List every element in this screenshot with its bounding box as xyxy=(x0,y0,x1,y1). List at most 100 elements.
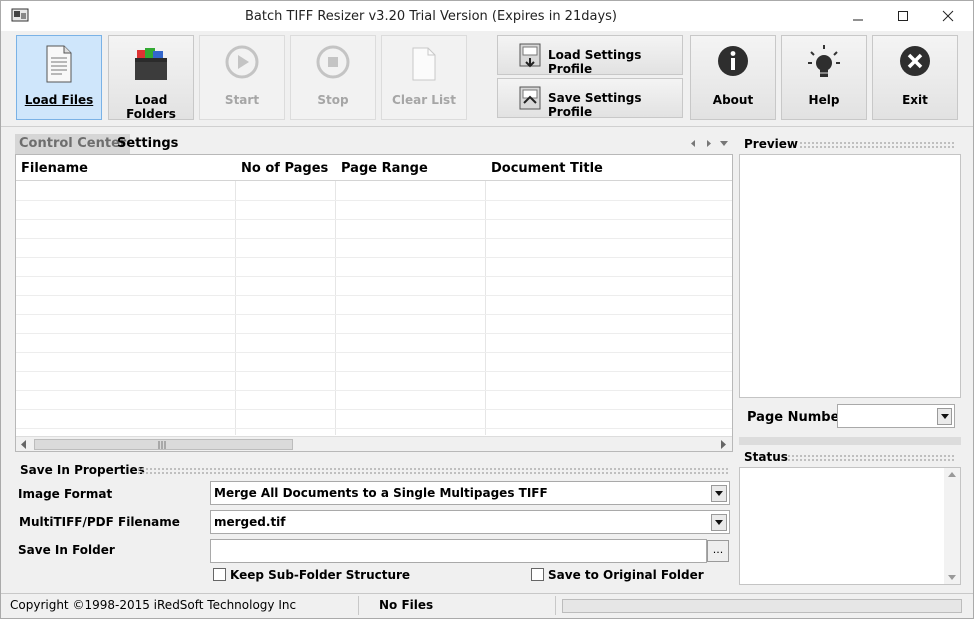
section-divider xyxy=(799,141,955,149)
document-icon xyxy=(46,45,72,83)
keep-subfolder-checkbox[interactable]: Keep Sub-Folder Structure xyxy=(213,568,410,582)
folder-icon xyxy=(135,48,167,80)
page-number-label: Page Number xyxy=(747,410,846,425)
column-filename[interactable]: Filename xyxy=(21,161,88,176)
exit-button[interactable]: Exit xyxy=(872,35,958,120)
stop-button[interactable]: Stop xyxy=(290,35,376,120)
scroll-thumb[interactable] xyxy=(34,439,293,450)
clear-list-label: Clear List xyxy=(392,93,456,107)
page-number-select[interactable] xyxy=(837,404,955,428)
load-folders-label: Load Folders xyxy=(126,93,176,121)
save-settings-profile-label: Save Settings Profile xyxy=(548,91,642,119)
checkbox-box[interactable] xyxy=(213,568,226,581)
browse-folder-button[interactable]: ... xyxy=(707,540,729,562)
grid-row-line xyxy=(16,371,732,372)
chevron-down-icon xyxy=(715,520,723,525)
chevron-down-icon xyxy=(715,491,723,496)
preview-heading: Preview xyxy=(744,137,799,151)
section-divider xyxy=(787,454,955,462)
load-files-button[interactable]: Load Files xyxy=(16,35,102,120)
title-bar: Batch TIFF Resizer v3.20 Trial Version (… xyxy=(1,1,973,31)
grid-row-line xyxy=(16,409,732,410)
save-profile-icon xyxy=(519,86,541,110)
window-title: Batch TIFF Resizer v3.20 Trial Version (… xyxy=(245,9,617,24)
file-list[interactable]: Filename No of Pages Page Range Document… xyxy=(15,154,733,452)
column-page-range[interactable]: Page Range xyxy=(341,161,428,176)
vertical-scrollbar[interactable] xyxy=(944,468,960,584)
stop-icon xyxy=(316,45,350,79)
start-button[interactable]: Start xyxy=(199,35,285,120)
tab-scroll-arrows[interactable] xyxy=(689,139,729,149)
help-button[interactable]: Help xyxy=(781,35,867,120)
grid-row-line xyxy=(16,352,732,353)
image-format-label: Image Format xyxy=(18,487,113,501)
tab-settings[interactable]: Settings xyxy=(117,136,178,151)
exit-icon xyxy=(900,46,930,76)
file-grid: Filename No of Pages Page Range Document… xyxy=(16,155,732,435)
start-label: Start xyxy=(224,93,260,107)
grid-row-line xyxy=(16,276,732,277)
column-document-title[interactable]: Document Title xyxy=(491,161,603,176)
tab-bar: Control Center Settings xyxy=(15,134,733,154)
help-label: Help xyxy=(808,93,840,107)
scroll-up-icon[interactable] xyxy=(948,472,956,477)
load-folders-button[interactable]: Load Folders xyxy=(108,35,194,121)
about-button[interactable]: About xyxy=(690,35,776,120)
multitiff-filename-select[interactable]: merged.tif xyxy=(210,510,730,534)
grid-row-line xyxy=(16,219,732,220)
play-icon xyxy=(225,45,259,79)
grid-row-line xyxy=(16,390,732,391)
dropdown-button[interactable] xyxy=(937,408,952,425)
status-heading: Status xyxy=(744,450,788,464)
grid-row-line xyxy=(16,200,732,201)
grid-row-line xyxy=(16,333,732,334)
grid-row-line xyxy=(16,238,732,239)
load-profile-icon xyxy=(519,43,541,68)
clear-list-button[interactable]: Clear List xyxy=(381,35,467,120)
image-format-value: Merge All Documents to a Single Multipag… xyxy=(214,486,548,500)
lightbulb-icon xyxy=(808,45,840,77)
main-window: Batch TIFF Resizer v3.20 Trial Version (… xyxy=(0,0,974,619)
section-divider xyxy=(137,467,729,475)
column-no-of-pages[interactable]: No of Pages xyxy=(241,161,328,176)
tab-control-center[interactable]: Control Center xyxy=(15,134,131,154)
load-settings-profile-label: Load Settings Profile xyxy=(548,48,642,76)
grid-row-line xyxy=(16,428,732,429)
load-settings-profile-button[interactable]: Load Settings Profile xyxy=(497,35,683,76)
save-in-properties-heading: Save In Properties xyxy=(20,463,145,477)
status-bar: Copyright ©1998-2015 iRedSoft Technology… xyxy=(1,593,973,618)
splitter[interactable] xyxy=(739,437,961,445)
progress-bar xyxy=(562,599,962,613)
close-button[interactable] xyxy=(925,1,971,31)
checkbox-box[interactable] xyxy=(531,568,544,581)
save-in-folder-input[interactable] xyxy=(210,539,707,563)
grid-row-line xyxy=(16,314,732,315)
scroll-down-icon[interactable] xyxy=(948,575,956,580)
grid-row-line xyxy=(16,295,732,296)
minimize-icon xyxy=(853,19,863,21)
close-icon xyxy=(942,10,954,22)
preview-pane xyxy=(739,154,961,398)
scroll-right-icon[interactable] xyxy=(720,440,728,449)
about-label: About xyxy=(712,93,754,107)
grid-header: Filename No of Pages Page Range Document… xyxy=(16,155,732,181)
dropdown-button[interactable] xyxy=(711,485,727,502)
status-pane xyxy=(739,467,961,585)
save-settings-profile-button[interactable]: Save Settings Profile xyxy=(497,78,683,119)
exit-label: Exit xyxy=(902,93,928,107)
keep-subfolder-label: Keep Sub-Folder Structure xyxy=(230,568,411,582)
dropdown-button[interactable] xyxy=(711,514,727,531)
save-original-folder-label: Save to Original Folder xyxy=(548,568,704,582)
image-format-select[interactable]: Merge All Documents to a Single Multipag… xyxy=(210,481,730,505)
files-status: No Files xyxy=(379,598,434,612)
load-files-label: Load Files xyxy=(24,93,94,107)
copyright-text: Copyright ©1998-2015 iRedSoft Technology… xyxy=(10,598,297,612)
horizontal-scrollbar[interactable] xyxy=(16,436,732,451)
scroll-left-icon[interactable] xyxy=(20,440,28,449)
grip-icon xyxy=(158,441,166,449)
chevron-down-icon xyxy=(940,414,949,419)
multitiff-filename-value: merged.tif xyxy=(214,515,286,529)
minimize-button[interactable] xyxy=(835,1,881,31)
maximize-button[interactable] xyxy=(880,1,926,31)
save-original-folder-checkbox[interactable]: Save to Original Folder xyxy=(531,568,704,582)
